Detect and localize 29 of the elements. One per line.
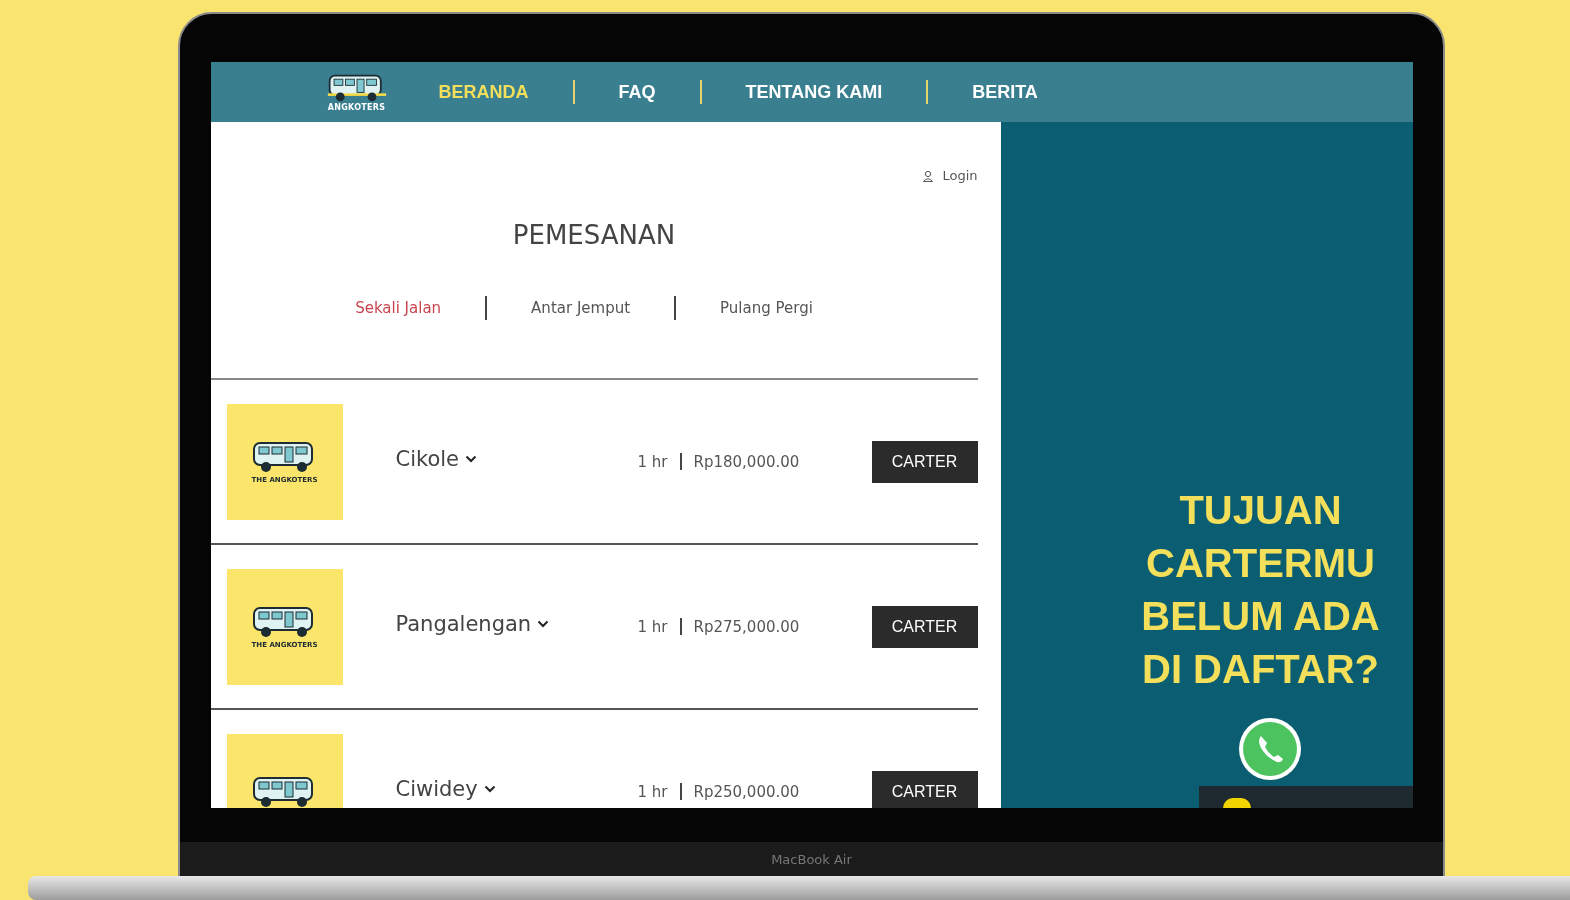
- destination-dropdown[interactable]: Cikole: [395, 446, 638, 471]
- carter-button[interactable]: CARTER: [871, 770, 978, 808]
- carter-button[interactable]: CARTER: [871, 605, 978, 648]
- user-icon: [922, 169, 935, 182]
- price-text: Rp180,000.00: [693, 452, 801, 471]
- duration-text: 1 hr: [637, 782, 668, 801]
- nav-link[interactable]: FAQ: [574, 81, 700, 103]
- device-label: MacBook Air: [771, 851, 852, 867]
- login-link[interactable]: Login: [922, 168, 978, 183]
- chevron-down-icon: [483, 784, 496, 793]
- chevron-down-icon: [537, 619, 550, 628]
- chat-status-icon: [1222, 798, 1251, 808]
- page-title: PEMESANAN: [512, 220, 676, 250]
- chevron-down-icon: [465, 454, 477, 463]
- price-text: Rp250,000.00: [693, 782, 801, 801]
- chat-bubble-icon[interactable]: [1236, 716, 1303, 782]
- nav-link[interactable]: BERITA: [928, 81, 1082, 103]
- duration-text: 1 hr: [637, 452, 668, 471]
- destination-dropdown[interactable]: Ciwidey: [395, 776, 638, 801]
- trip-tab[interactable]: Antar Jemput: [531, 299, 631, 317]
- destination-dropdown[interactable]: Pangalengan: [395, 611, 638, 636]
- trip-tab[interactable]: Pulang Pergi: [720, 299, 813, 317]
- carter-button[interactable]: CARTER: [871, 440, 978, 483]
- trip-tab[interactable]: Sekali Jalan: [355, 299, 442, 317]
- duration-text: 1 hr: [637, 617, 668, 636]
- nav-link[interactable]: TENTANG KAMI: [701, 81, 927, 103]
- logo-text: ANGKOTERS: [327, 102, 386, 112]
- price-text: Rp275,000.00: [693, 617, 801, 636]
- promo-heading: TUJUAN CARTERMU BELUM ADA DI DAFTAR?: [1140, 487, 1381, 693]
